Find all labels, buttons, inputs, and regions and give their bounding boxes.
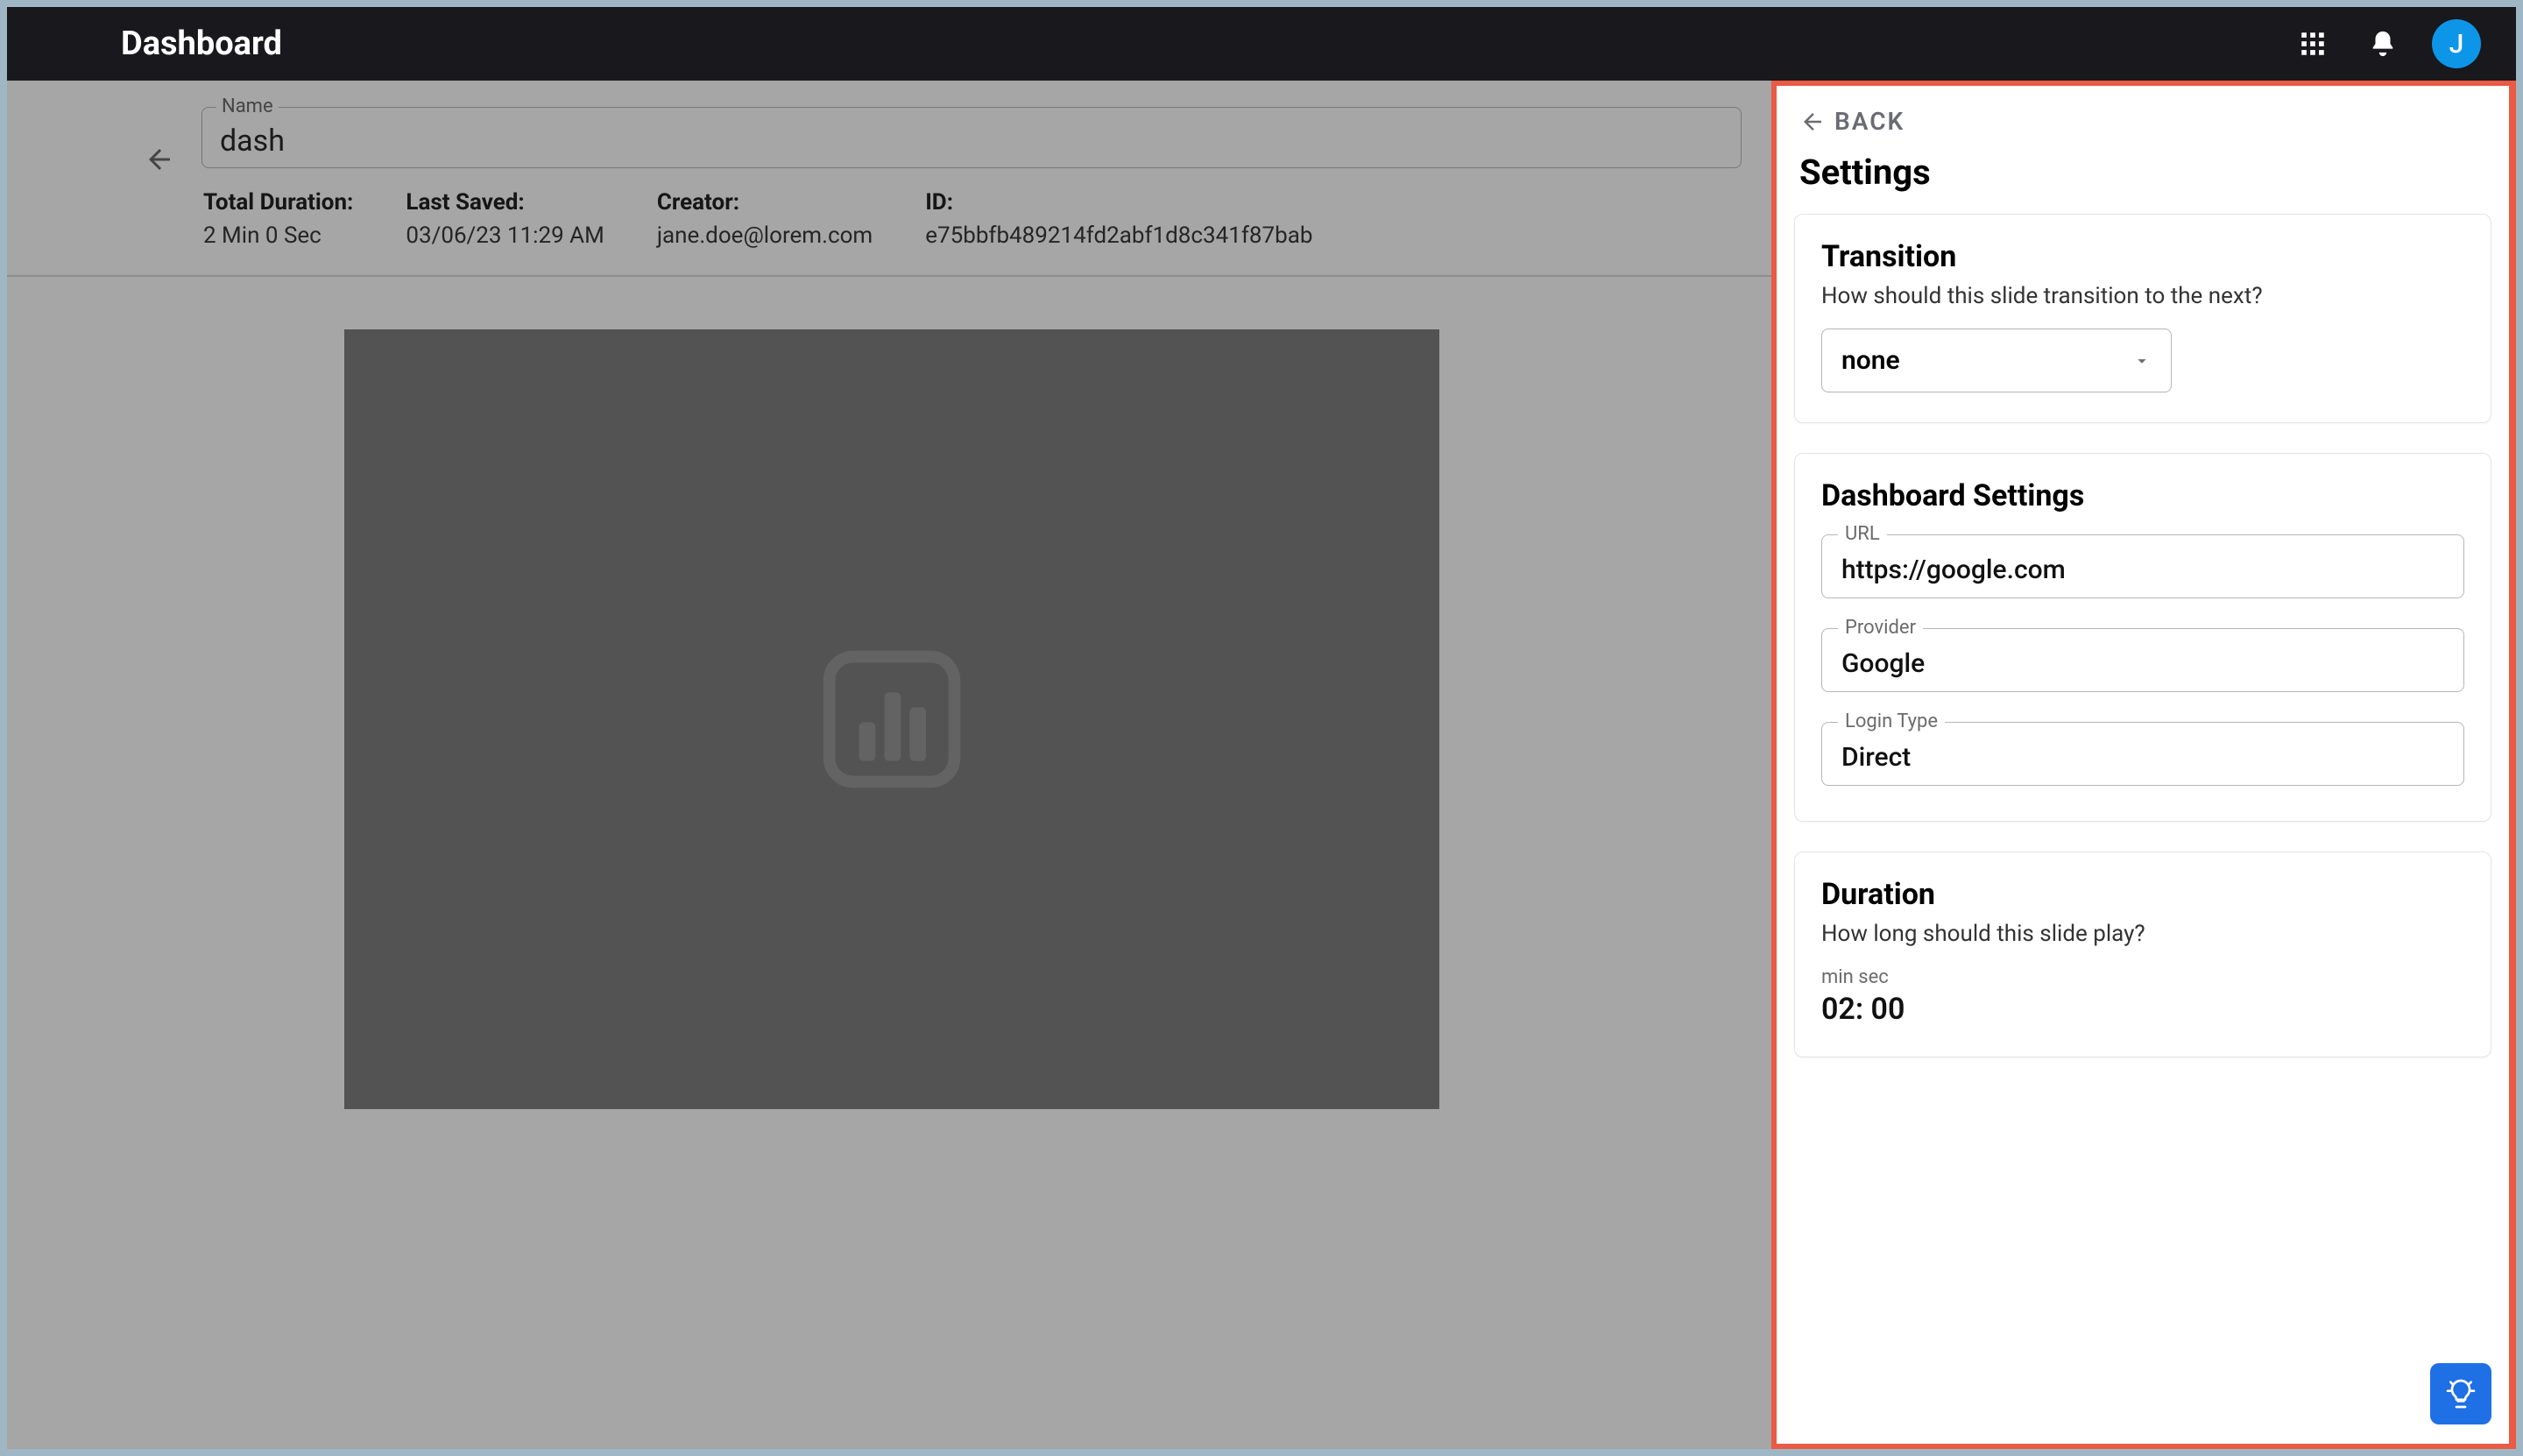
arrow-left-icon (1799, 109, 1826, 135)
name-label: Name (216, 95, 279, 117)
stat-label: Total Duration: (203, 189, 353, 216)
panel-title: Settings (1799, 152, 2491, 193)
name-value: dash (220, 124, 1723, 159)
bell-icon[interactable] (2362, 23, 2404, 65)
provider-field[interactable]: Provider Google (1821, 628, 2464, 692)
stat-value: e75bbfb489214fd2abf1d8c341f87bab (925, 223, 1312, 249)
stat-id: ID: e75bbfb489214fd2abf1d8c341f87bab (925, 189, 1312, 249)
stat-value: jane.doe@lorem.com (657, 223, 873, 249)
login-type-field[interactable]: Login Type Direct (1821, 722, 2464, 786)
stat-label: Creator: (657, 189, 873, 216)
duration-heading: Duration (1821, 877, 2464, 912)
page-title: Dashboard (121, 25, 282, 63)
url-field[interactable]: URL https://google.com (1821, 534, 2464, 598)
duration-units-label: min sec (1821, 966, 2464, 988)
back-icon[interactable] (138, 138, 180, 180)
name-field[interactable]: Name dash (201, 107, 1742, 168)
provider-value: Google (1841, 648, 2444, 679)
transition-value: none (1841, 345, 1900, 376)
stat-label: Last Saved: (406, 189, 604, 216)
meta-column: Name dash Total Duration: 2 Min 0 Sec La… (201, 107, 1742, 249)
stat-value: 03/06/23 11:29 AM (406, 223, 604, 249)
stat-total-duration: Total Duration: 2 Min 0 Sec (203, 189, 353, 249)
lightbulb-icon (2443, 1376, 2478, 1411)
app-header: Dashboard J (7, 7, 2516, 81)
chevron-down-icon (2132, 351, 2152, 371)
meta-stats: Total Duration: 2 Min 0 Sec Last Saved: … (201, 189, 1742, 249)
transition-sub: How should this slide transition to the … (1821, 283, 2464, 309)
login-type-label: Login Type (1838, 710, 1945, 732)
duration-card: Duration How long should this slide play… (1794, 852, 2491, 1057)
stat-creator: Creator: jane.doe@lorem.com (657, 189, 873, 249)
provider-label: Provider (1838, 617, 1923, 639)
transition-heading: Transition (1821, 239, 2464, 274)
apps-icon[interactable] (2292, 23, 2334, 65)
stat-label: ID: (925, 189, 1312, 216)
slide-preview (344, 329, 1439, 1109)
stat-last-saved: Last Saved: 03/06/23 11:29 AM (406, 189, 604, 249)
help-fab[interactable] (2430, 1363, 2491, 1424)
settings-panel: BACK Settings Transition How should this… (1771, 81, 2516, 1449)
panel-back-button[interactable]: BACK (1799, 107, 2491, 136)
content-shell: Name dash Total Duration: 2 Min 0 Sec La… (7, 81, 2516, 1449)
duration-sub: How long should this slide play? (1821, 921, 2464, 947)
record-meta: Name dash Total Duration: 2 Min 0 Sec La… (7, 81, 1777, 277)
avatar[interactable]: J (2432, 19, 2481, 68)
url-value: https://google.com (1841, 555, 2444, 585)
dimmed-main: Name dash Total Duration: 2 Min 0 Sec La… (7, 81, 1777, 1449)
transition-select[interactable]: none (1821, 329, 2172, 392)
login-type-value: Direct (1841, 742, 2444, 773)
chart-placeholder-icon (804, 645, 979, 794)
app-frame: Dashboard J (0, 0, 2523, 1456)
dashboard-settings-heading: Dashboard Settings (1821, 478, 2464, 513)
duration-value[interactable]: 02: 00 (1821, 992, 2464, 1027)
header-actions: J (2292, 19, 2481, 68)
transition-card: Transition How should this slide transit… (1794, 214, 2491, 423)
dashboard-settings-card: Dashboard Settings URL https://google.co… (1794, 453, 2491, 822)
url-label: URL (1838, 523, 1887, 545)
stat-value: 2 Min 0 Sec (203, 223, 353, 249)
panel-back-label: BACK (1834, 107, 1905, 136)
